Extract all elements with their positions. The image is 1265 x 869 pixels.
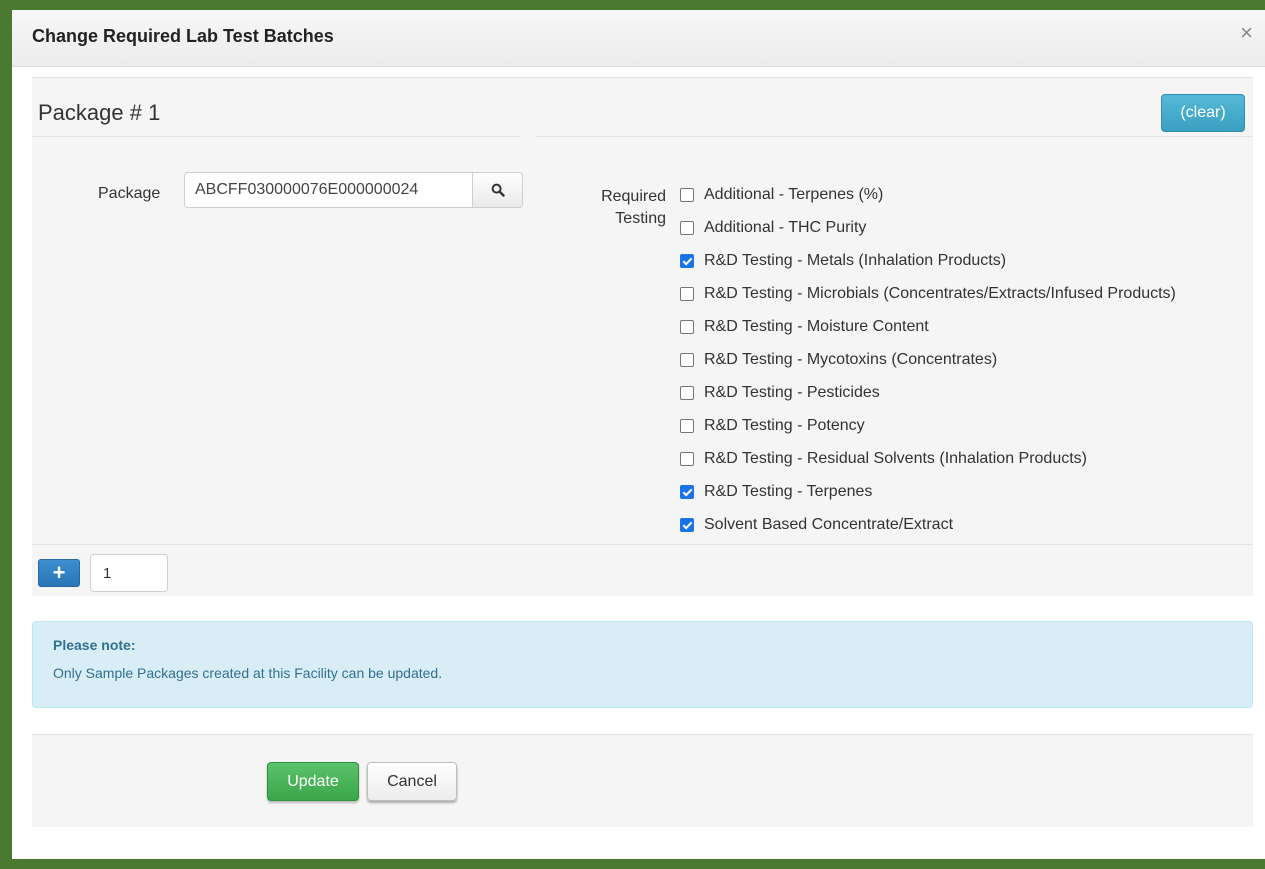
required-testing-list: Additional - Terpenes (%) Additional - TH… — [680, 184, 1176, 547]
required-testing-option[interactable]: R&D Testing - Pesticides — [680, 382, 1176, 415]
required-testing-label: Required Testing — [572, 186, 666, 230]
package-section-title: Package # 1 — [38, 100, 161, 125]
required-testing-option-label: Additional - Terpenes (%) — [704, 186, 884, 203]
required-testing-option-label: R&D Testing - Moisture Content — [704, 318, 929, 335]
update-button[interactable]: Update — [267, 762, 359, 801]
checkbox-unchecked[interactable] — [680, 221, 694, 235]
required-testing-option-label: Solvent Based Concentrate/Extract — [704, 516, 954, 533]
clear-button[interactable]: (clear) — [1161, 94, 1245, 132]
required-testing-label-line: Testing — [615, 210, 666, 227]
required-testing-option[interactable]: Additional - THC Purity — [680, 217, 1176, 250]
checkbox-unchecked[interactable] — [680, 452, 694, 466]
required-testing-option[interactable]: R&D Testing - Potency — [680, 415, 1176, 448]
required-testing-option-label: Additional - THC Purity — [704, 219, 867, 236]
required-testing-option-label: R&D Testing - Metals (Inhalation Product… — [704, 252, 1007, 269]
required-testing-option[interactable]: R&D Testing - Residual Solvents (Inhalat… — [680, 448, 1176, 481]
search-icon — [491, 183, 505, 197]
note-title: Please note: — [53, 637, 136, 653]
required-testing-option[interactable]: Solvent Based Concentrate/Extract — [680, 514, 1176, 547]
required-testing-option[interactable]: R&D Testing - Mycotoxins (Concentrates) — [680, 349, 1176, 382]
required-testing-option[interactable]: R&D Testing - Terpenes — [680, 481, 1176, 514]
required-testing-option-label: R&D Testing - Pesticides — [704, 384, 880, 401]
required-testing-option-label: R&D Testing - Terpenes — [704, 483, 873, 500]
checkbox-checked[interactable] — [680, 518, 694, 532]
checkbox-unchecked[interactable] — [680, 419, 694, 433]
required-testing-option-label: R&D Testing - Microbials (Concentrates/E… — [704, 285, 1176, 302]
required-testing-option[interactable]: R&D Testing - Moisture Content — [680, 316, 1176, 349]
add-package-button[interactable]: + — [38, 559, 80, 587]
modal-footer: Update Cancel — [32, 734, 1253, 827]
required-testing-option-label: R&D Testing - Residual Solvents (Inhalat… — [704, 450, 1087, 467]
checkbox-unchecked[interactable] — [680, 188, 694, 202]
divider — [32, 136, 521, 137]
note-alert: Please note: Only Sample Packages create… — [32, 621, 1253, 708]
checkbox-checked[interactable] — [680, 485, 694, 499]
cancel-button[interactable]: Cancel — [367, 762, 457, 801]
checkbox-unchecked[interactable] — [680, 386, 694, 400]
checkbox-unchecked[interactable] — [680, 287, 694, 301]
close-icon[interactable]: × — [1240, 22, 1253, 44]
required-testing-option-label: R&D Testing - Potency — [704, 417, 865, 434]
required-testing-option[interactable]: Additional - Terpenes (%) — [680, 184, 1176, 217]
checkbox-unchecked[interactable] — [680, 320, 694, 334]
modal-header: Change Required Lab Test Batches × — [12, 10, 1265, 67]
package-input[interactable] — [184, 172, 472, 208]
required-testing-option[interactable]: R&D Testing - Metals (Inhalation Product… — [680, 250, 1176, 283]
checkbox-checked[interactable] — [680, 254, 694, 268]
divider — [536, 136, 1253, 137]
package-search-button[interactable] — [472, 172, 523, 208]
modal-title: Change Required Lab Test Batches — [32, 26, 334, 46]
package-section: Package # 1 (clear) Package Required Tes… — [32, 78, 1253, 544]
package-count-input[interactable] — [90, 554, 168, 592]
required-testing-option-label: R&D Testing - Mycotoxins (Concentrates) — [704, 351, 998, 368]
checkbox-unchecked[interactable] — [680, 353, 694, 367]
required-testing-label-line: Required — [601, 188, 666, 205]
required-testing-option[interactable]: R&D Testing - Microbials (Concentrates/E… — [680, 283, 1176, 316]
note-text: Only Sample Packages created at this Fac… — [53, 665, 443, 681]
add-package-row: + — [32, 544, 1253, 596]
modal-dialog: Change Required Lab Test Batches × Packa… — [12, 10, 1265, 859]
package-label: Package — [98, 185, 161, 202]
